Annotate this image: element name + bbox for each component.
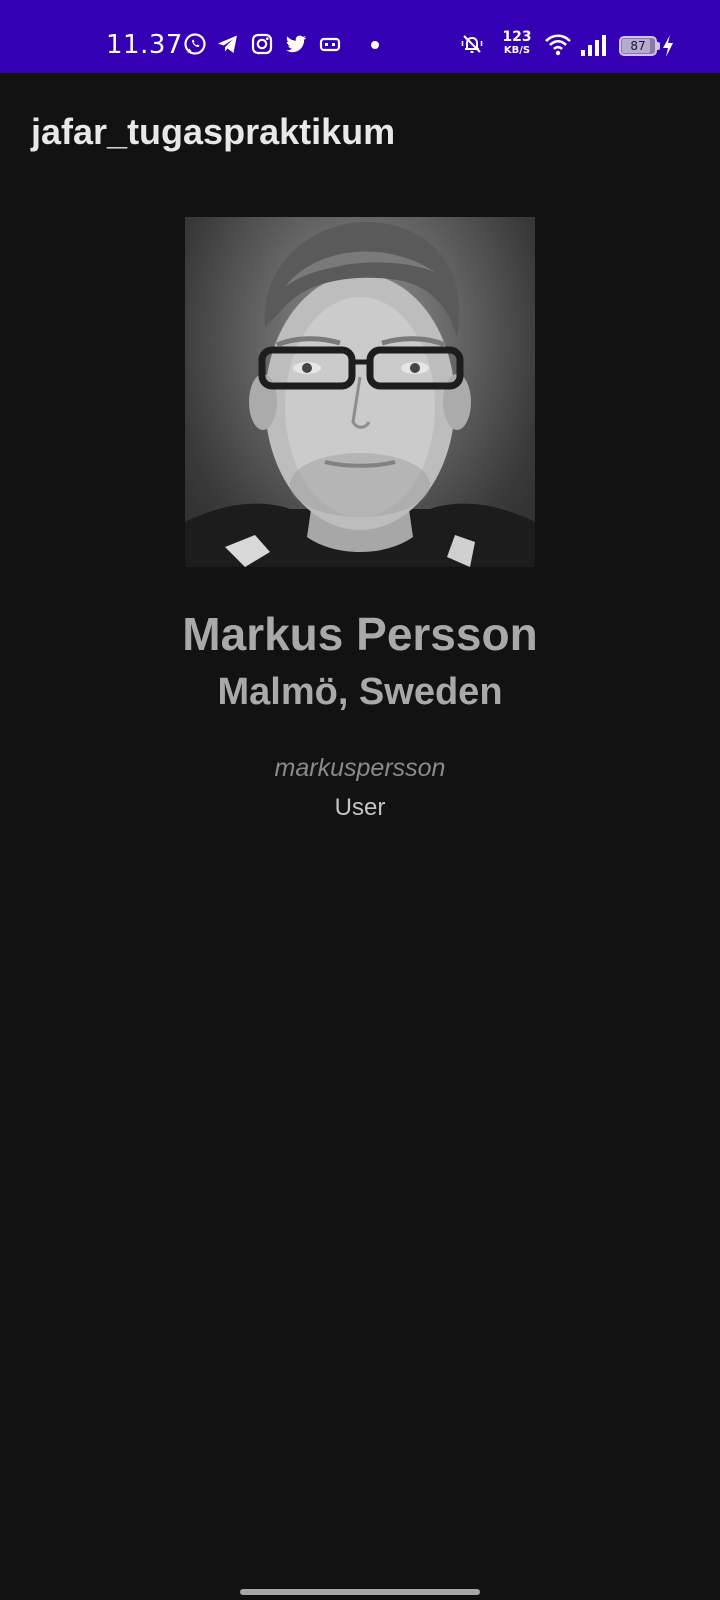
instagram-icon — [250, 32, 274, 56]
home-indicator[interactable] — [240, 1589, 480, 1595]
charging-bolt-icon — [661, 34, 675, 58]
battery-icon: 87 — [619, 36, 657, 56]
battery-cap — [657, 42, 660, 50]
network-speed-unit: KB/S — [503, 45, 531, 56]
profile-name: Markus Persson — [182, 608, 538, 660]
profile-location: Malmö, Sweden — [217, 671, 503, 713]
bell-muted-icon — [460, 32, 484, 56]
profile-role: User — [334, 794, 386, 821]
network-speed-value: 123 — [502, 29, 532, 45]
notification-dot-icon — [371, 41, 379, 49]
app-title: jafar_tugaspraktikum — [31, 111, 396, 152]
network-speed: 123 KB/S — [502, 30, 532, 56]
app-bar: jafar_tugaspraktikum — [0, 73, 720, 185]
telegram-icon — [216, 32, 240, 56]
profile-photo — [185, 217, 535, 567]
battery-level: 87 — [630, 39, 646, 53]
profile-username: markuspersson — [274, 754, 446, 782]
status-time: 11.37 — [106, 30, 183, 60]
signal-icon — [580, 34, 608, 56]
wifi-icon — [544, 32, 572, 58]
whatsapp-icon — [183, 32, 207, 56]
twitter-icon — [284, 32, 308, 56]
status-bar: 11.37 123 KB/S 87 — [0, 0, 720, 73]
game-controller-icon — [318, 32, 342, 56]
screen: 11.37 123 KB/S 87 jafar_tugaspraktikum M… — [0, 0, 720, 1600]
